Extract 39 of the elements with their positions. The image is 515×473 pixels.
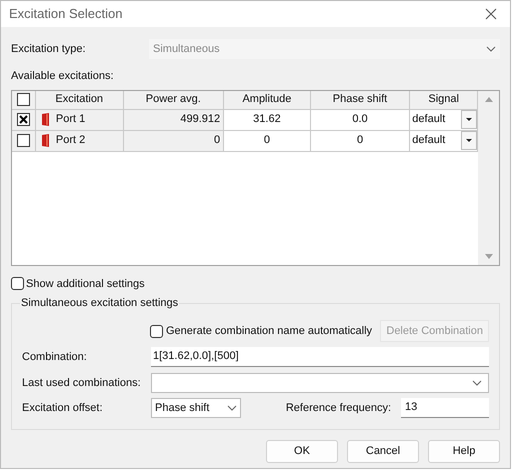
checkbox[interactable] (16, 113, 30, 126)
field-label: Last used combinations: (22, 376, 142, 391)
table-cell-text: default (412, 133, 446, 148)
port-icon (42, 113, 50, 126)
table-cell-text: Port 2 (56, 133, 86, 148)
checkbox-label: Generate combination name automatically (166, 324, 372, 339)
column-header[interactable]: Amplitude (224, 90, 311, 110)
table-cell-text: 499.912 (180, 112, 220, 128)
checkbox[interactable] (16, 93, 30, 106)
chevron-down-icon (472, 380, 482, 386)
field-label: Combination: (22, 350, 88, 365)
dialog-button[interactable]: Help (428, 440, 500, 463)
table-cell-text: 0 (264, 133, 270, 148)
group-title: Simultaneous excitation settings (20, 296, 180, 310)
table-cell-text: 31.62 (253, 112, 281, 128)
section-label: Available excitations: (11, 69, 115, 84)
column-header[interactable]: Phase shift (310, 90, 410, 110)
close-icon[interactable] (484, 7, 498, 21)
table-cell-text: default (412, 112, 446, 128)
checkbox-label: Show additional settings (26, 276, 145, 292)
dialog-button[interactable]: OK (266, 440, 338, 463)
window-title: Excitation Selection (9, 5, 122, 24)
checkbox[interactable] (150, 324, 163, 338)
table-cell-text: 0 (214, 133, 220, 148)
field-label: Excitation offset: (22, 400, 104, 416)
chevron-down-icon (227, 405, 237, 411)
table-cell-text: 0.0 (352, 112, 368, 128)
excitation-offset-dropdown[interactable]: Phase shift (151, 398, 241, 418)
checkbox[interactable] (16, 134, 30, 147)
table-cell-text: 0 (356, 133, 364, 148)
field-label: Excitation type: (11, 42, 87, 57)
dialog-button[interactable]: Cancel (347, 440, 419, 463)
chevron-down-icon (486, 46, 496, 52)
reference-frequency-field[interactable]: 13 (401, 398, 489, 418)
field-label: Reference frequency: (286, 400, 391, 416)
port-icon (42, 134, 50, 147)
table-cell-text: Port 1 (56, 112, 86, 128)
combination-field[interactable]: 1[31.62,0.0],[500] (151, 347, 489, 367)
checkbox[interactable] (11, 277, 24, 290)
